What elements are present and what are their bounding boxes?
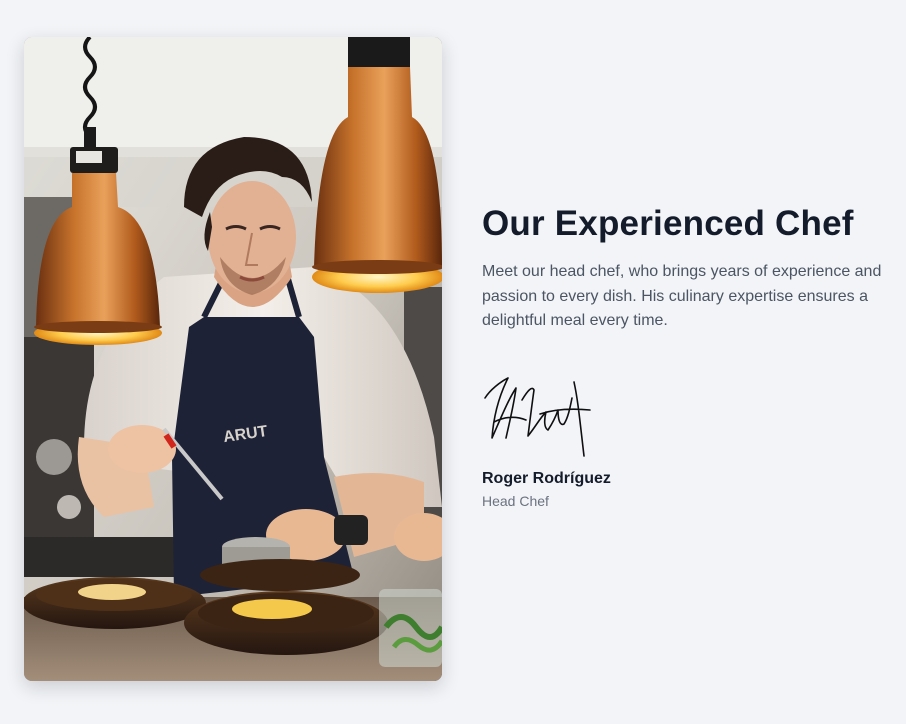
chef-role: Head Chef	[482, 492, 549, 509]
chef-photo-illustration: ARUT	[24, 37, 442, 681]
signature-icon	[484, 376, 591, 457]
chef-photo: ARUT	[24, 37, 442, 681]
chef-section: ARUT Our Experienced Chef Meet our head …	[0, 0, 906, 724]
chef-info: Our Experienced Chef Meet our head chef,…	[482, 200, 892, 509]
section-description: Meet our head chef, who brings years of …	[482, 263, 882, 329]
chef-name: Roger Rodríguez	[482, 469, 611, 487]
section-title: Our Experienced Chef	[482, 204, 854, 243]
